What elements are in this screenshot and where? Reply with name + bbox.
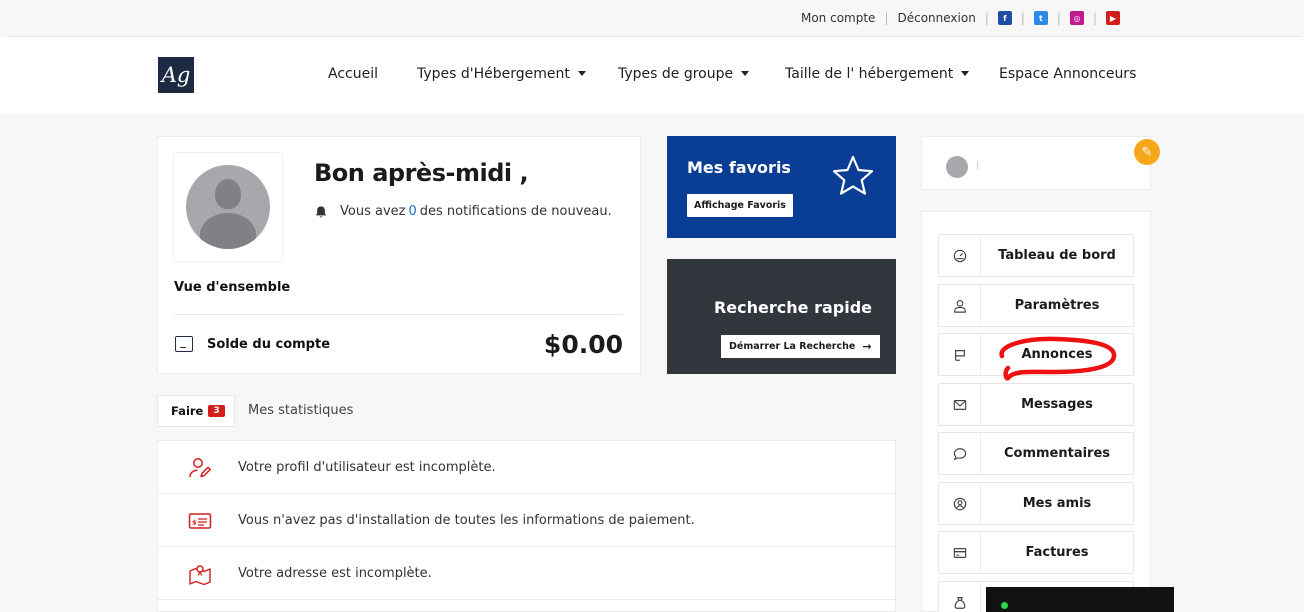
user-icon — [939, 285, 981, 326]
start-search-button[interactable]: Démarrer La Recherche → — [721, 335, 880, 358]
main-nav: Ag Accueil Types d'Hébergement Types de … — [0, 37, 1304, 114]
todo-item[interactable]: Votre adresse est incomplète. — [158, 547, 895, 600]
balance-value: $0.00 — [543, 330, 623, 359]
nav-label: Espace Annonceurs — [999, 66, 1137, 82]
separator: | — [1056, 11, 1061, 25]
notification-suffix: des notifications de nouveau. — [419, 204, 612, 219]
star-icon — [832, 155, 874, 195]
nav-item-taille-hebergement[interactable]: Taille de l' hébergement — [785, 66, 970, 82]
nav-item-types-hebergement[interactable]: Types d'Hébergement — [417, 66, 586, 82]
nav-item-accueil[interactable]: Accueil — [328, 66, 378, 82]
separator: | — [984, 11, 989, 25]
payment-card-icon: $ — [188, 513, 212, 529]
status-popup[interactable] — [986, 587, 1174, 612]
profile-card: Bon après-midi , Vous avez 0 des notific… — [157, 136, 641, 374]
twitter-icon[interactable]: t — [1033, 11, 1048, 25]
notification-count[interactable]: 0 — [408, 204, 416, 219]
invoice-icon — [939, 532, 981, 573]
chevron-down-icon — [961, 70, 970, 76]
todo-count-badge: 3 — [208, 405, 225, 417]
todo-list: Votre profil d'utilisateur est incomplèt… — [157, 440, 896, 612]
todo-item[interactable]: Votre profil d'utilisateur est incomplèt… — [158, 441, 895, 494]
todo-text: Votre adresse est incomplète. — [238, 566, 432, 581]
favorites-card: Mes favoris Affichage Favoris — [667, 136, 896, 238]
menu-label: Mes amis — [1022, 496, 1092, 511]
tab-todo[interactable]: Faire 3 — [157, 395, 235, 427]
svg-text:$: $ — [192, 519, 197, 527]
menu-item-messages[interactable]: Messages — [938, 383, 1134, 426]
user-avatar — [946, 156, 968, 178]
map-location-icon — [189, 565, 211, 585]
tab-statistics[interactable]: Mes statistiques — [248, 403, 353, 418]
menu-item-commentaires[interactable]: Commentaires — [938, 432, 1134, 475]
menu-label: Commentaires — [1003, 446, 1111, 461]
avatar[interactable] — [174, 153, 282, 261]
tab-todo-label: Faire — [171, 404, 204, 418]
site-logo[interactable]: Ag — [158, 57, 194, 93]
pencil-icon: ✎ — [1141, 144, 1153, 160]
envelope-icon — [939, 384, 981, 425]
instagram-icon[interactable]: ◎ — [1069, 11, 1084, 25]
separator: | — [1092, 11, 1097, 25]
greeting-title: Bon après-midi , — [314, 159, 529, 187]
user-card: I — [921, 136, 1151, 190]
quick-search-title: Recherche rapide — [713, 298, 872, 317]
facebook-icon[interactable]: f — [997, 11, 1012, 25]
dashboard-icon — [939, 235, 981, 276]
flag-icon — [939, 334, 981, 375]
top-links: Mon compte | Déconnexion | f | t | ◎ | ▶ — [801, 11, 1120, 25]
menu-item-parametres[interactable]: Paramètres — [938, 284, 1134, 327]
menu-item-mes-amis[interactable]: Mes amis — [938, 482, 1134, 525]
overview-heading: Vue d'ensemble — [174, 280, 291, 295]
bell-icon — [315, 205, 327, 217]
menu-item-tableau-de-bord[interactable]: Tableau de bord — [938, 234, 1134, 277]
balance-label: Solde du compte — [207, 337, 331, 352]
annotation-circle — [999, 336, 1117, 381]
bag-icon — [939, 582, 981, 612]
todo-item[interactable]: $ Vous n'avez pas d'installation de tout… — [158, 494, 895, 547]
notification-prefix: Vous avez — [340, 204, 406, 219]
my-account-link[interactable]: Mon compte — [801, 11, 875, 25]
menu-label: Paramètres — [1014, 298, 1100, 313]
nav-label: Taille de l' hébergement — [785, 66, 954, 82]
separator: | — [1020, 11, 1025, 25]
nav-label: Types de groupe — [618, 66, 734, 82]
menu-label: Factures — [1025, 545, 1089, 560]
avatar-placeholder-icon — [186, 165, 270, 249]
wallet-icon — [175, 336, 193, 352]
comment-icon — [939, 433, 981, 474]
nav-label: Types d'Hébergement — [417, 66, 570, 82]
youtube-icon[interactable]: ▶ — [1106, 11, 1120, 25]
start-search-label: Démarrer La Recherche — [729, 341, 856, 352]
menu-label: Tableau de bord — [998, 248, 1116, 263]
nav-label: Accueil — [328, 66, 378, 82]
friends-icon — [939, 483, 981, 524]
divider — [174, 314, 623, 315]
favorites-title: Mes favoris — [687, 158, 791, 177]
notification-summary: Vous avez 0 des notifications de nouveau… — [314, 204, 612, 219]
edit-profile-button[interactable]: ✎ — [1134, 139, 1160, 165]
menu-label: Messages — [1021, 397, 1093, 412]
top-bar: Mon compte | Déconnexion | f | t | ◎ | ▶ — [0, 0, 1304, 38]
user-edit-icon — [189, 458, 211, 478]
online-status-icon — [1001, 602, 1008, 609]
view-favorites-button[interactable]: Affichage Favoris — [687, 194, 793, 217]
nav-item-types-groupe[interactable]: Types de groupe — [618, 66, 750, 82]
user-name: I — [976, 159, 980, 172]
quick-search-card: Recherche rapide Démarrer La Recherche → — [667, 259, 896, 374]
nav-item-espace-annonceurs[interactable]: Espace Annonceurs — [999, 66, 1136, 82]
chevron-down-icon — [741, 70, 750, 76]
todo-text: Votre profil d'utilisateur est incomplèt… — [238, 460, 496, 475]
logout-link[interactable]: Déconnexion — [897, 11, 975, 25]
menu-item-factures[interactable]: Factures — [938, 531, 1134, 574]
separator: | — [884, 11, 889, 25]
chevron-down-icon — [577, 70, 586, 76]
todo-text: Vous n'avez pas d'installation de toutes… — [238, 513, 695, 528]
arrow-right-icon: → — [862, 340, 872, 353]
